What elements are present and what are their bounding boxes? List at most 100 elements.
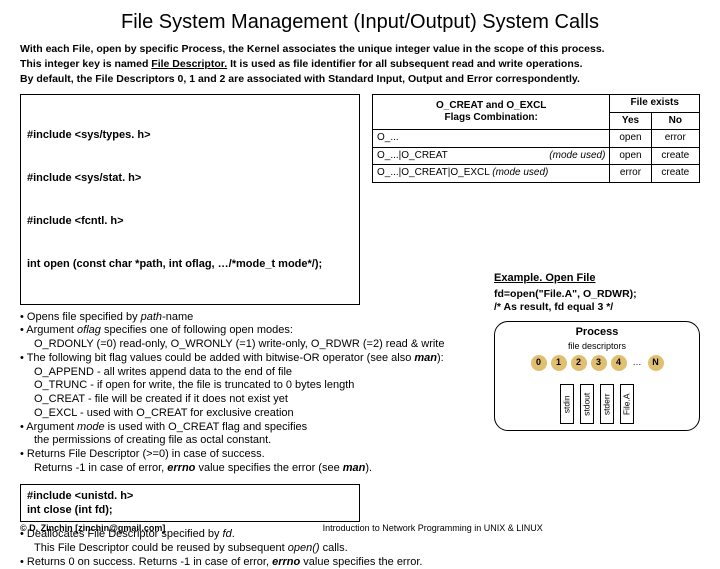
- text: ).: [365, 462, 372, 474]
- bullet: • Returns File Descriptor (>=0) in case …: [20, 448, 500, 462]
- text: O_...|O_CREAT|O_EXCL: [377, 167, 492, 178]
- list-line: O_CREAT - file will be created if it doe…: [20, 393, 500, 407]
- text: man: [343, 462, 366, 474]
- fd-circle: 0: [531, 355, 547, 371]
- example-block: Example. Open File fd=open("File.A", O_R…: [494, 272, 700, 431]
- text: • Opens file specified by: [20, 311, 141, 323]
- list-line: Returns -1 in case of error, errno value…: [20, 462, 500, 476]
- cell: open: [610, 130, 651, 148]
- code-line: int open (const char *path, int oflag, ……: [27, 257, 353, 271]
- slot: stdin: [560, 384, 574, 424]
- text: • Returns 0 on success. Returns -1 in ca…: [20, 556, 272, 568]
- footer-center: Introduction to Network Programming in U…: [165, 523, 700, 534]
- list-line: O_TRUNC - if open for write, the file is…: [20, 379, 500, 393]
- text: is used with O_CREAT flag and specifies: [105, 421, 308, 433]
- fd-ellipsis: …: [631, 357, 644, 368]
- list-line: O_RDONLY (=0) read-only, O_WRONLY (=1) w…: [20, 338, 500, 352]
- text: man: [414, 352, 437, 364]
- slot-label: stdin: [562, 395, 573, 413]
- intro-line-1: With each File, open by specific Process…: [20, 43, 700, 56]
- slot-label: stdout: [582, 392, 593, 415]
- footer-copyright: © D. Zinchin [zinchin@gmail.com]: [20, 523, 165, 534]
- text: -name: [162, 311, 193, 323]
- text: Returns -1 in case of error,: [34, 462, 167, 474]
- code-line: #include <fcntl. h>: [27, 214, 353, 228]
- example-code: fd=open("File.A", O_RDWR); /* As result,…: [494, 288, 700, 315]
- cell: O_...: [373, 130, 610, 148]
- page-title: File System Management (Input/Output) Sy…: [20, 10, 700, 35]
- th-combination: O_CREAT and O_EXCL Flags Combination:: [373, 95, 610, 130]
- file-descriptor-term: File Descriptor.: [151, 58, 227, 70]
- process-title: Process: [501, 326, 693, 340]
- text: mode: [77, 421, 105, 433]
- bullet: • Returns 0 on success. Returns -1 in ca…: [20, 556, 700, 569]
- code-line: fd=open("File.A", O_RDWR);: [494, 288, 700, 302]
- cell: create: [651, 147, 699, 165]
- footer: © D. Zinchin [zinchin@gmail.com] Introdu…: [20, 523, 700, 534]
- text: (mode used): [549, 150, 605, 163]
- process-box: Process file descriptors 0 1 2 3 4 … N s…: [494, 321, 700, 431]
- th-fileexists: File exists: [610, 95, 700, 113]
- open-code-box: #include <sys/types. h> #include <sys/st…: [20, 94, 360, 304]
- fd-circle: 2: [571, 355, 587, 371]
- fd-circle: N: [648, 355, 664, 371]
- fd-circle: 4: [611, 355, 627, 371]
- cell: error: [651, 130, 699, 148]
- bullet: • Argument mode is used with O_CREAT fla…: [20, 421, 500, 435]
- list-line: O_EXCL - used with O_CREAT for exclusive…: [20, 407, 500, 421]
- slot: stdout: [580, 384, 594, 424]
- list-line: the permissions of creating file as octa…: [20, 434, 500, 448]
- flags-table: O_CREAT and O_EXCL Flags Combination: Fi…: [372, 94, 700, 183]
- text: • The following bit flag values could be…: [20, 352, 414, 364]
- slot-label: File.A: [622, 393, 633, 415]
- text: value specifies the error.: [300, 556, 422, 568]
- intro-line-2: This integer key is named File Descripto…: [20, 58, 700, 71]
- slot: File.A: [620, 384, 634, 424]
- text: O_...|O_CREAT: [377, 150, 448, 161]
- text: oflag: [77, 324, 101, 336]
- cell: error: [610, 165, 651, 183]
- intro-block: With each File, open by specific Process…: [20, 43, 700, 86]
- close-code-box: #include <unistd. h> int close (int fd);: [20, 484, 360, 523]
- code-line: #include <sys/stat. h>: [27, 171, 353, 185]
- text: • Argument: [20, 324, 77, 336]
- bullet: • Opens file specified by path-name: [20, 311, 500, 325]
- slot-label: stderr: [602, 393, 613, 415]
- cell: O_...|O_CREAT (mode used): [373, 147, 610, 165]
- text: • Argument: [20, 421, 77, 433]
- flags-table-wrap: O_CREAT and O_EXCL Flags Combination: Fi…: [372, 94, 700, 183]
- text: open(): [288, 542, 320, 554]
- code-line: #include <unistd. h>: [27, 489, 353, 503]
- list-line: O_APPEND - all writes append data to the…: [20, 366, 500, 380]
- code-line: /* As result, fd equal 3 */: [494, 301, 700, 315]
- cell: open: [610, 147, 651, 165]
- text: specifies one of following open modes:: [101, 324, 293, 336]
- process-sub: file descriptors: [501, 341, 693, 352]
- text: errno: [272, 556, 300, 568]
- fd-circle: 1: [551, 355, 567, 371]
- th-yes: Yes: [610, 112, 651, 130]
- text: errno: [167, 462, 195, 474]
- body-list: • Opens file specified by path-name • Ar…: [20, 311, 500, 476]
- cell: create: [651, 165, 699, 183]
- code-line: #include <sys/types. h>: [27, 128, 353, 142]
- bullet: • The following bit flag values could be…: [20, 352, 500, 366]
- code-line: int close (int fd);: [27, 503, 353, 517]
- text: (mode used): [492, 167, 548, 178]
- fd-circle: 3: [591, 355, 607, 371]
- text: It is used as file identifier for all su…: [227, 58, 582, 70]
- text: path: [141, 311, 162, 323]
- text: value specifies the error (see: [195, 462, 342, 474]
- bullet: • Argument oflag specifies one of follow…: [20, 324, 500, 338]
- list-line: This File Descriptor could be reused by …: [20, 542, 700, 556]
- fd-row: 0 1 2 3 4 … N: [501, 355, 693, 371]
- bottom-list: • Deallocates File Descriptor specified …: [20, 528, 700, 569]
- intro-line-3: By default, the File Descriptors 0, 1 an…: [20, 73, 700, 86]
- cell: O_...|O_CREAT|O_EXCL (mode used): [373, 165, 610, 183]
- example-title: Example. Open File: [494, 272, 700, 286]
- text: calls.: [320, 542, 348, 554]
- text: ):: [437, 352, 444, 364]
- fd-slots: stdin stdout stderr File.A: [495, 384, 699, 424]
- slot: stderr: [600, 384, 614, 424]
- text: This integer key is named: [20, 58, 151, 70]
